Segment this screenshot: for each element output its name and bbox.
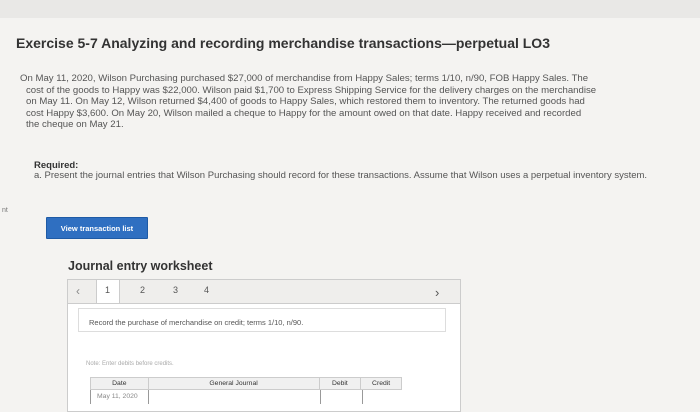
column-credit: Credit (372, 380, 391, 387)
edge-mark: nt (2, 207, 8, 214)
exercise-title: Exercise 5-7 Analyzing and recording mer… (16, 35, 550, 51)
worksheet-pager: ‹ 1 2 3 4 (67, 279, 461, 304)
problem-line: cost of the goods to Happy was $22,000. … (26, 84, 597, 96)
problem-line: on May 11. On May 12, Wilson returned $4… (26, 96, 585, 108)
problem-statement: On May 11, 2020, Wilson Purchasing purch… (20, 73, 670, 131)
view-transaction-list-button[interactable]: View transaction list (46, 217, 148, 239)
required-text: a. Present the journal entries that Wils… (34, 170, 648, 181)
worksheet-title: Journal entry worksheet (68, 259, 213, 273)
tab-page-1[interactable]: 1 (105, 285, 110, 295)
column-debit: Debit (320, 378, 362, 389)
problem-line: cost Happy $3,600. On May 20, Wilson mai… (26, 107, 582, 119)
cell-divider (90, 390, 91, 404)
column-general-journal: General Journal (149, 378, 320, 389)
cell-divider (148, 390, 149, 404)
chevron-left-icon[interactable]: ‹ (76, 284, 80, 298)
journal-table-header: Date General Journal Debit Credit (90, 377, 402, 390)
entry-instruction: Record the purchase of merchandise on cr… (78, 308, 446, 332)
tab-page-2[interactable]: 2 (140, 285, 145, 295)
cell-divider (362, 390, 363, 404)
entry-note: Note: Enter debits before credits. (86, 361, 174, 367)
cell-divider (320, 390, 321, 404)
tab-page-3[interactable]: 3 (173, 285, 178, 295)
worksheet-panel: Record the purchase of merchandise on cr… (67, 303, 461, 412)
date-cell[interactable]: May 11, 2020 (97, 393, 138, 400)
problem-line: On May 11, 2020, Wilson Purchasing purch… (20, 73, 589, 84)
problem-line: the cheque on May 21. (26, 119, 124, 131)
column-date: Date (91, 378, 149, 389)
chevron-right-icon[interactable]: › (435, 285, 439, 300)
tab-page-4[interactable]: 4 (204, 285, 209, 295)
